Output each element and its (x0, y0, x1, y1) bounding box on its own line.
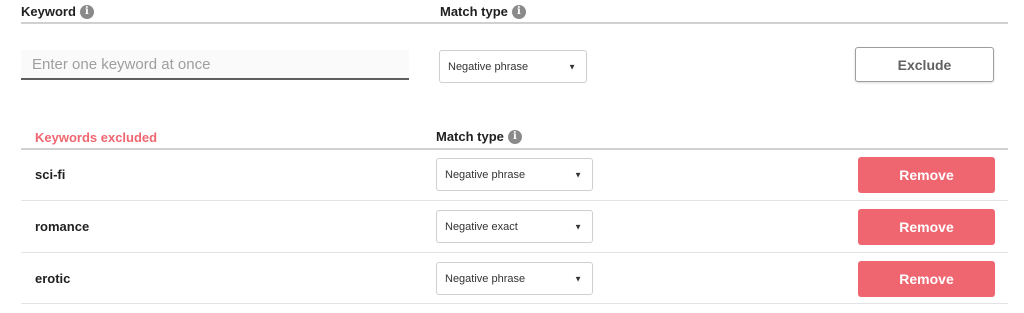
excluded-header-divider (21, 148, 1008, 150)
match-type-select-value: Negative phrase (448, 60, 529, 73)
excluded-keyword: sci-fi (35, 167, 66, 182)
excluded-keyword: romance (35, 219, 90, 234)
row-match-type-select[interactable]: Negative exact ▼ (436, 210, 593, 243)
exclude-button[interactable]: Exclude (855, 47, 994, 82)
keyword-header-label: Keyword (21, 4, 76, 19)
match-type-column-header: Match type i (440, 4, 526, 19)
match-type-select[interactable]: Negative phrase ▼ (439, 50, 587, 83)
excluded-keyword: erotic (35, 271, 71, 286)
info-icon[interactable]: i (507, 129, 522, 144)
remove-button[interactable]: Remove (858, 261, 995, 297)
chevron-down-icon: ▼ (574, 274, 582, 283)
row-divider (21, 252, 1008, 253)
header-divider (21, 22, 1008, 24)
row-match-type-select[interactable]: Negative phrase ▼ (436, 262, 593, 295)
excluded-match-type-label: Match type (436, 129, 504, 144)
row-match-type-value: Negative phrase (445, 272, 526, 285)
match-type-header-label: Match type (440, 4, 508, 19)
chevron-down-icon: ▼ (568, 62, 576, 71)
excluded-match-type-header: Match type i (436, 129, 522, 144)
remove-button[interactable]: Remove (858, 157, 995, 193)
info-icon[interactable]: i (79, 4, 94, 19)
chevron-down-icon: ▼ (574, 222, 582, 231)
info-icon[interactable]: i (511, 4, 526, 19)
chevron-down-icon: ▼ (574, 170, 582, 179)
keywords-excluded-title: Keywords excluded (35, 130, 158, 145)
row-match-type-value: Negative exact (445, 220, 518, 233)
keyword-input[interactable] (21, 50, 409, 80)
row-match-type-value: Negative phrase (445, 168, 526, 181)
row-divider (21, 200, 1008, 201)
row-divider (21, 303, 1008, 304)
remove-button[interactable]: Remove (858, 209, 995, 245)
keyword-column-header: Keyword i (21, 4, 94, 19)
row-match-type-select[interactable]: Negative phrase ▼ (436, 158, 593, 191)
